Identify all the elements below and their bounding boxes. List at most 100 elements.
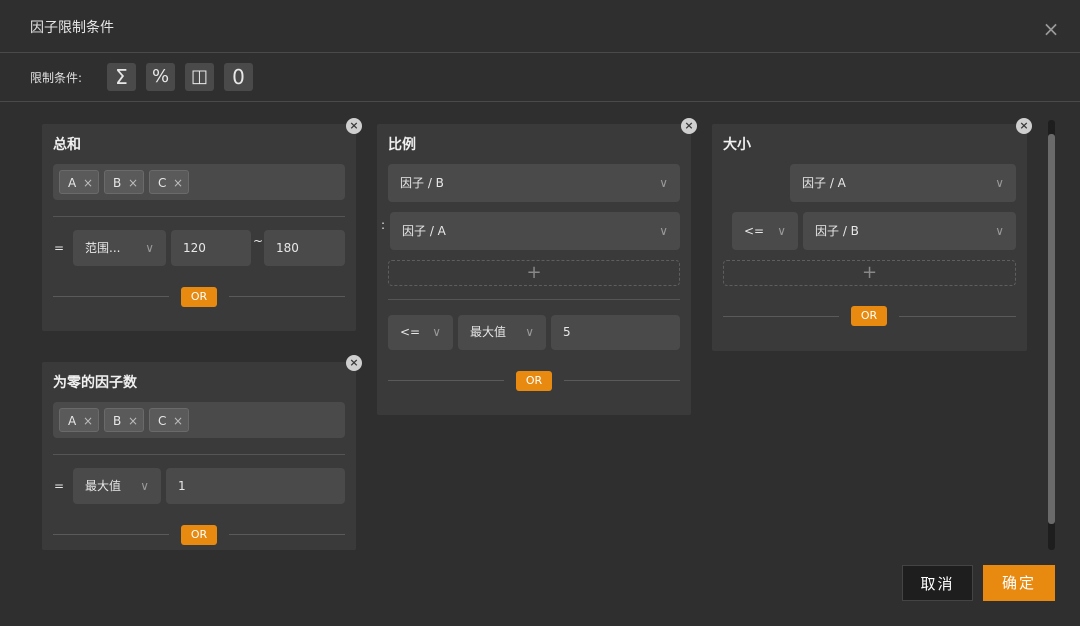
remove-card-icon[interactable]: × xyxy=(1016,118,1032,134)
factor-tag-select[interactable]: A × B × C × xyxy=(53,402,345,438)
operator-label: = xyxy=(54,241,65,255)
tag: C × xyxy=(149,408,189,432)
remove-tag-icon[interactable]: × xyxy=(83,171,93,195)
operator-select[interactable]: <= ∨ xyxy=(732,212,798,250)
remove-card-icon[interactable]: × xyxy=(346,355,362,371)
tag-label: A xyxy=(68,414,77,428)
tag-label: C xyxy=(158,176,167,190)
operator-value: <= xyxy=(744,224,765,238)
operator-value: <= xyxy=(400,325,421,339)
left-factor-value: 因子 / A xyxy=(802,176,846,190)
remove-tag-icon[interactable]: × xyxy=(128,409,138,433)
divider xyxy=(388,299,680,300)
size-card: 大小 因子 / A ∨ <= ∨ 因子 / B ∨ + OR xyxy=(712,124,1027,351)
tag: A × xyxy=(59,408,99,432)
add-factor-button[interactable]: + xyxy=(388,260,680,286)
divider xyxy=(53,216,345,217)
zero-icon[interactable]: 0 xyxy=(224,63,253,91)
close-icon[interactable]: × xyxy=(1042,19,1060,39)
dialog-header: 因子限制条件 × xyxy=(0,0,1080,53)
dialog-title: 因子限制条件 xyxy=(30,20,114,36)
factor-tag-select[interactable]: A × B × C × xyxy=(53,164,345,200)
mode-value: 最大值 xyxy=(85,479,122,493)
or-divider-left xyxy=(53,534,169,535)
or-divider-left xyxy=(723,316,839,317)
value: 1 xyxy=(178,479,186,493)
or-button[interactable]: OR xyxy=(516,371,552,391)
remove-tag-icon[interactable]: × xyxy=(173,409,183,433)
mode-value: 范围... xyxy=(85,241,121,255)
divider xyxy=(53,454,345,455)
chevron-down-icon: ∨ xyxy=(659,176,668,190)
confirm-button[interactable]: 确定 xyxy=(983,565,1055,601)
mode-select[interactable]: 范围... ∨ xyxy=(73,230,166,266)
toolbar-label: 限制条件: xyxy=(30,71,83,85)
sum-card: 总和 A × B × C × = 范围... ∨ 120 ~ 180 OR xyxy=(42,124,356,331)
max-input[interactable]: 180 xyxy=(264,230,345,266)
cancel-button[interactable]: 取消 xyxy=(902,565,973,601)
scroll-thumb[interactable] xyxy=(1048,134,1055,524)
or-divider-left xyxy=(53,296,169,297)
vertical-scrollbar[interactable] xyxy=(1048,120,1055,550)
left-factor-select[interactable]: 因子 / A ∨ xyxy=(790,164,1016,202)
chevron-down-icon: ∨ xyxy=(432,325,441,339)
chevron-down-icon: ∨ xyxy=(525,325,534,339)
ratio-card: 比例 因子 / B ∨ : 因子 / A ∨ + <= ∨ 最大值 ∨ 5 OR xyxy=(377,124,691,415)
denominator-select[interactable]: 因子 / A ∨ xyxy=(390,212,680,250)
card-title: 为零的因子数 xyxy=(53,375,137,391)
toolbar: 限制条件: Σ % ◫ 0 xyxy=(0,53,1080,102)
denominator-value: 因子 / A xyxy=(402,224,446,238)
chevron-down-icon: ∨ xyxy=(145,241,154,255)
tag-label: B xyxy=(113,176,122,190)
value-input[interactable]: 5 xyxy=(551,315,680,350)
card-title: 比例 xyxy=(388,137,416,153)
right-factor-select[interactable]: 因子 / B ∨ xyxy=(803,212,1016,250)
range-tilde: ~ xyxy=(253,234,264,248)
or-divider-left xyxy=(388,380,504,381)
mode-select[interactable]: 最大值 ∨ xyxy=(73,468,161,504)
operator-select[interactable]: <= ∨ xyxy=(388,315,453,350)
right-factor-value: 因子 / B xyxy=(815,224,859,238)
tag: A × xyxy=(59,170,99,194)
value: 5 xyxy=(563,325,571,339)
compare-icon[interactable]: ◫ xyxy=(185,63,214,91)
tag: B × xyxy=(104,408,144,432)
tag: B × xyxy=(104,170,144,194)
remove-tag-icon[interactable]: × xyxy=(173,171,183,195)
percent-icon[interactable]: % xyxy=(146,63,175,91)
remove-card-icon[interactable]: × xyxy=(346,118,362,134)
mode-select[interactable]: 最大值 ∨ xyxy=(458,315,546,350)
or-divider-right xyxy=(229,534,345,535)
max-value: 180 xyxy=(276,241,299,255)
or-button[interactable]: OR xyxy=(181,525,217,545)
operator-label: = xyxy=(54,479,65,493)
or-divider-right xyxy=(899,316,1016,317)
remove-tag-icon[interactable]: × xyxy=(83,409,93,433)
tag-label: A xyxy=(68,176,77,190)
remove-tag-icon[interactable]: × xyxy=(128,171,138,195)
card-title: 总和 xyxy=(53,137,81,153)
add-factor-button[interactable]: + xyxy=(723,260,1016,286)
or-button[interactable]: OR xyxy=(181,287,217,307)
or-divider-right xyxy=(564,380,680,381)
min-value: 120 xyxy=(183,241,206,255)
chevron-down-icon: ∨ xyxy=(995,224,1004,238)
mode-value: 最大值 xyxy=(470,325,507,339)
chevron-down-icon: ∨ xyxy=(995,176,1004,190)
chevron-down-icon: ∨ xyxy=(140,479,149,493)
min-input[interactable]: 120 xyxy=(171,230,251,266)
or-button[interactable]: OR xyxy=(851,306,887,326)
numerator-value: 因子 / B xyxy=(400,176,444,190)
sum-icon[interactable]: Σ xyxy=(107,63,136,91)
value-input[interactable]: 1 xyxy=(166,468,345,504)
ratio-colon: : xyxy=(381,218,386,232)
or-divider-right xyxy=(229,296,345,297)
tag-label: C xyxy=(158,414,167,428)
numerator-select[interactable]: 因子 / B ∨ xyxy=(388,164,680,202)
card-title: 大小 xyxy=(723,137,751,153)
remove-card-icon[interactable]: × xyxy=(681,118,697,134)
tag: C × xyxy=(149,170,189,194)
zero-count-card: 为零的因子数 A × B × C × = 最大值 ∨ 1 OR xyxy=(42,362,356,550)
chevron-down-icon: ∨ xyxy=(777,224,786,238)
chevron-down-icon: ∨ xyxy=(659,224,668,238)
